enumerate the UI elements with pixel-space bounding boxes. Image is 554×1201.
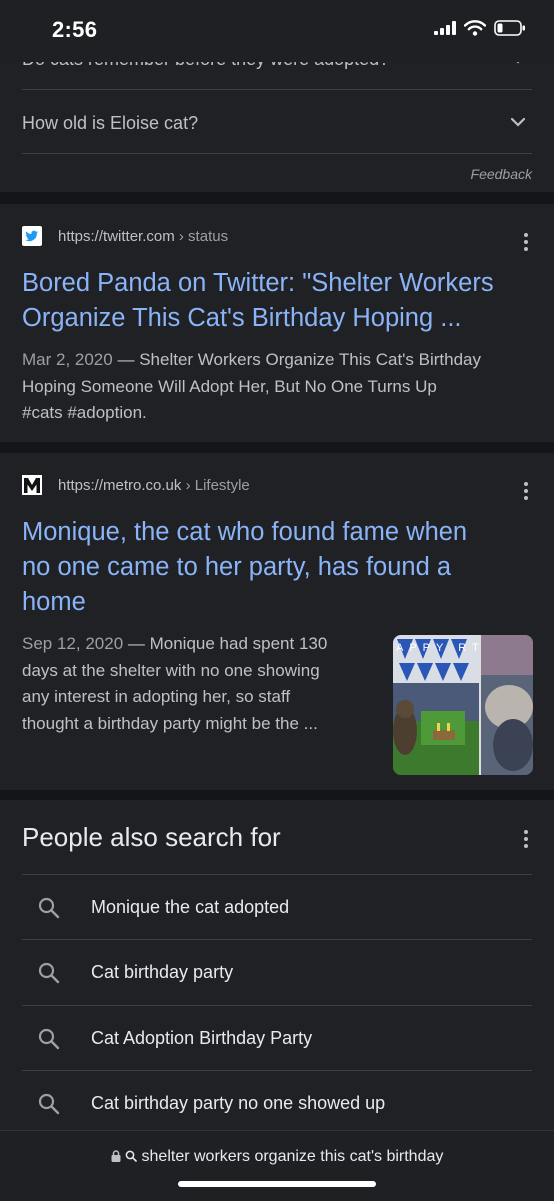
search-icon bbox=[38, 897, 60, 919]
result-date: Sep 12, 2020 bbox=[22, 634, 124, 653]
cellular-signal-icon bbox=[434, 21, 456, 35]
search-icon bbox=[38, 1028, 60, 1050]
result-title-link[interactable]: Bored Panda on Twitter: "Shelter Workers… bbox=[22, 266, 494, 336]
address-bar-text: shelter workers organize this cat's birt… bbox=[141, 1148, 444, 1165]
status-icons bbox=[434, 20, 526, 36]
battery-icon bbox=[494, 20, 525, 36]
result-breadcrumb: › status bbox=[178, 227, 229, 245]
metro-m-icon bbox=[22, 475, 42, 495]
home-indicator[interactable] bbox=[178, 1181, 376, 1187]
related-search-label: Cat Adoption Birthday Party bbox=[91, 1028, 313, 1048]
result-source[interactable]: https://twitter.com › status bbox=[22, 226, 228, 246]
result-snippet-line: thought a birthday party might be the ..… bbox=[22, 713, 318, 733]
search-result-card: https://twitter.com › status Bored Panda… bbox=[0, 204, 554, 442]
result-title-line: home bbox=[22, 588, 86, 616]
paa-question-label: How old is Eloise cat? bbox=[22, 113, 199, 133]
result-snippet-line: — Shelter Workers Organize This Cat's Bi… bbox=[117, 350, 481, 369]
search-icon bbox=[38, 1093, 60, 1115]
related-search-item[interactable]: Cat birthday party bbox=[22, 939, 532, 1005]
related-search-item[interactable]: Monique the cat adopted bbox=[22, 874, 532, 940]
result-snippet-line: any interest in adopting her, so staff bbox=[22, 687, 291, 706]
result-url-domain: https://metro.co.uk bbox=[58, 476, 182, 494]
result-breadcrumb: › Lifestyle bbox=[185, 476, 250, 494]
chevron-down-icon[interactable] bbox=[510, 117, 526, 127]
result-title-line: Bored Panda on Twitter: "Shelter Workers bbox=[22, 269, 494, 297]
search-icon bbox=[38, 962, 60, 984]
result-url: https://twitter.com › status bbox=[58, 228, 228, 245]
paa-question-row[interactable]: How old is Eloise cat? bbox=[22, 89, 532, 154]
result-snippet-line: — Monique had spent 130 bbox=[127, 634, 328, 653]
result-title-line: no one came to her party, has found a bbox=[22, 553, 452, 581]
result-url-domain: https://twitter.com bbox=[58, 227, 175, 245]
result-snippet: Mar 2, 2020 — Shelter Workers Organize T… bbox=[22, 347, 542, 427]
more-options-icon[interactable] bbox=[524, 233, 528, 254]
related-search-label: Cat birthday party bbox=[91, 962, 234, 982]
address-bar[interactable]: shelter workers organize this cat's birt… bbox=[0, 1130, 554, 1201]
wifi-icon bbox=[464, 20, 486, 36]
status-bar: 2:56 bbox=[0, 0, 554, 62]
result-snippet-line: #cats #adoption. bbox=[22, 403, 147, 422]
twitter-bird-icon bbox=[22, 226, 42, 246]
address-bar-query[interactable]: shelter workers organize this cat's birt… bbox=[0, 1148, 554, 1166]
result-date: Mar 2, 2020 bbox=[22, 350, 113, 369]
result-title-line: Monique, the cat who found fame when bbox=[22, 518, 468, 546]
result-url: https://metro.co.uk › Lifestyle bbox=[58, 477, 250, 494]
feedback-link[interactable]: Feedback bbox=[471, 166, 532, 182]
related-search-item[interactable]: Cat birthday party no one showed up bbox=[22, 1070, 532, 1136]
related-search-label: Monique the cat adopted bbox=[91, 897, 290, 917]
result-snippet: Sep 12, 2020 — Monique had spent 130 day… bbox=[22, 631, 382, 737]
status-time: 2:56 bbox=[52, 17, 98, 42]
more-options-icon[interactable] bbox=[524, 482, 528, 503]
result-title-line: Organize This Cat's Birthday Hoping ... bbox=[22, 304, 462, 332]
result-title-link[interactable]: Monique, the cat who found fame when no … bbox=[22, 515, 467, 620]
related-search-item[interactable]: Cat Adoption Birthday Party bbox=[22, 1005, 532, 1071]
pasf-heading: People also search for bbox=[22, 822, 281, 852]
related-search-label: Cat birthday party no one showed up bbox=[91, 1093, 386, 1113]
result-snippet-line: days at the shelter with no one showing bbox=[22, 660, 320, 680]
lock-icon bbox=[111, 1150, 121, 1162]
result-snippet-line: Hoping Someone Will Adopt Her, But No On… bbox=[22, 376, 437, 396]
result-thumbnail[interactable]: APPY RTHDA bbox=[393, 635, 533, 775]
search-icon bbox=[125, 1150, 137, 1162]
more-options-icon[interactable] bbox=[524, 830, 528, 851]
result-source[interactable]: https://metro.co.uk › Lifestyle bbox=[22, 475, 250, 495]
